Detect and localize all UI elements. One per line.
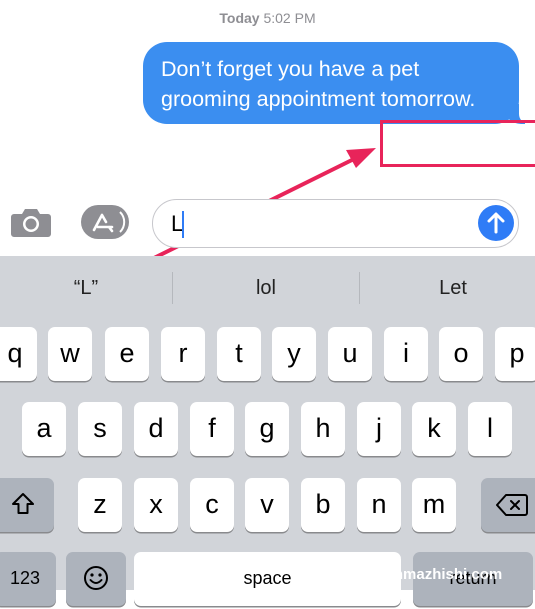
camera-button[interactable] <box>10 204 52 240</box>
key-r[interactable]: r <box>161 327 205 381</box>
key-j[interactable]: j <box>357 402 401 456</box>
app-store-icon <box>81 205 129 239</box>
key-p[interactable]: p <box>495 327 535 381</box>
key-v[interactable]: v <box>245 478 289 532</box>
message-input-field[interactable]: L <box>152 199 519 248</box>
key-l[interactable]: l <box>468 402 512 456</box>
key-k[interactable]: k <box>412 402 456 456</box>
emoji-icon <box>84 566 108 590</box>
emoji-key[interactable] <box>66 552 126 606</box>
key-b[interactable]: b <box>301 478 345 532</box>
delete-key[interactable] <box>481 478 535 532</box>
camera-icon <box>11 209 51 237</box>
timestamp-time: 5:02 PM <box>263 10 316 26</box>
key-a[interactable]: a <box>22 402 66 456</box>
key-x[interactable]: x <box>134 478 178 532</box>
key-h[interactable]: h <box>301 402 345 456</box>
predictive-text-bar: “L” lol Let <box>0 256 535 320</box>
key-g[interactable]: g <box>245 402 289 456</box>
message-text-line1: Don’t forget you have a pet <box>161 57 420 81</box>
watermark: shenmazhishi.com <box>368 566 503 583</box>
suggestion-1[interactable]: “L” <box>0 256 172 320</box>
key-c[interactable]: c <box>190 478 234 532</box>
keyboard: “L” lol Let q w e r t y u i o p a s d f … <box>0 256 535 606</box>
key-z[interactable]: z <box>78 478 122 532</box>
key-o[interactable]: o <box>439 327 483 381</box>
send-button[interactable] <box>478 205 514 241</box>
key-q[interactable]: q <box>0 327 37 381</box>
numbers-key[interactable]: 123 <box>0 552 56 606</box>
sent-message-bubble[interactable]: Don’t forget you have a pet grooming app… <box>143 42 533 124</box>
key-n[interactable]: n <box>357 478 401 532</box>
app-store-button[interactable] <box>80 204 130 240</box>
backspace-icon <box>496 494 528 516</box>
key-m[interactable]: m <box>412 478 456 532</box>
shift-key[interactable] <box>0 478 54 532</box>
key-e[interactable]: e <box>105 327 149 381</box>
text-cursor <box>182 211 184 238</box>
arrow-up-send-icon <box>487 212 505 234</box>
key-w[interactable]: w <box>48 327 92 381</box>
key-t[interactable]: t <box>217 327 261 381</box>
message-timestamp: Today 5:02 PM <box>0 10 535 26</box>
annotation-highlight-box <box>380 120 535 167</box>
space-key[interactable]: space <box>134 552 401 606</box>
key-y[interactable]: y <box>272 327 316 381</box>
key-f[interactable]: f <box>190 402 234 456</box>
timestamp-day: Today <box>219 10 260 26</box>
suggestion-2[interactable]: lol <box>173 256 359 320</box>
key-i[interactable]: i <box>384 327 428 381</box>
suggestion-3[interactable]: Let <box>360 256 535 320</box>
key-u[interactable]: u <box>328 327 372 381</box>
key-d[interactable]: d <box>134 402 178 456</box>
key-s[interactable]: s <box>78 402 122 456</box>
message-text-line2: grooming appointment tomorrow. <box>161 87 476 111</box>
shift-arrow-icon <box>12 493 34 514</box>
